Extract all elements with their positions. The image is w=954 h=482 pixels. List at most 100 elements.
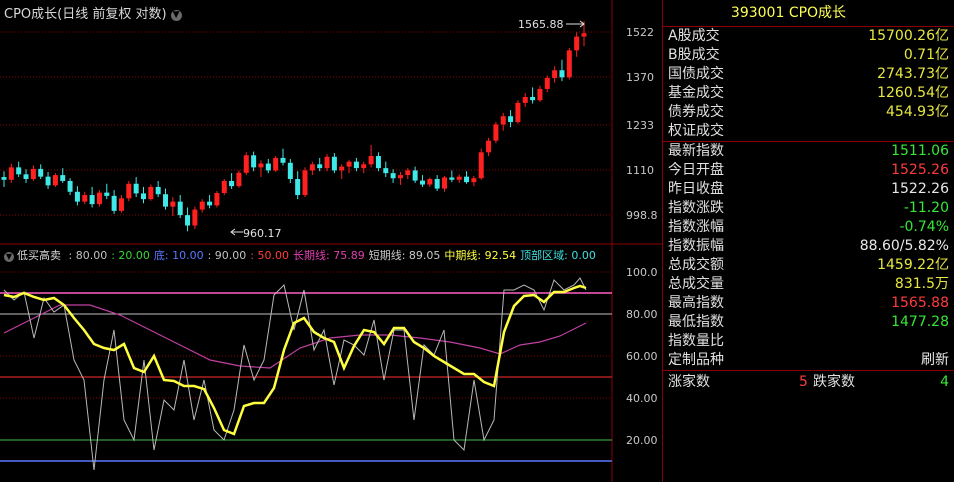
candle-body (214, 193, 220, 206)
candle-body (111, 195, 117, 211)
candle-body (295, 179, 301, 196)
ind-tick-5: 20.00 (626, 434, 658, 447)
candle-body (412, 170, 418, 181)
candle-body (148, 186, 154, 200)
candle-body (192, 209, 198, 226)
low-price-label: 960.17 (243, 227, 282, 240)
chevron-down-icon[interactable]: ▼ (170, 10, 182, 21)
candle-body (383, 168, 389, 174)
candle-body (287, 162, 293, 180)
candle-body (207, 201, 213, 206)
candle-body (449, 177, 455, 180)
stat-label: 总成交额 (668, 257, 724, 273)
chart-title-text: CPO成长(日线 前复权 对数) (4, 7, 167, 22)
high-price-label: 1565.88 (518, 18, 564, 31)
price-tick-2: 1370 (626, 71, 654, 84)
candle-body (559, 70, 565, 78)
quote-panel: 393001 CPO成长 A股成交 15700.26亿 B股成交 0.71亿 国债成交 2… (662, 0, 954, 482)
candle-body (368, 156, 374, 165)
stat-row: 指数涨幅 -0.74% (663, 218, 954, 237)
candle-body (89, 195, 95, 205)
price-tick-5: 998.8 (626, 209, 658, 222)
candle-body (471, 178, 477, 183)
advance-decline-row: 涨家数 5 跌家数 4 (663, 370, 954, 393)
stat-value: -0.74% (899, 219, 949, 235)
stat-row: 指数涨跌 -11.20 (663, 199, 954, 218)
chart-title[interactable]: CPO成长(日线 前复权 对数) ▼ (4, 3, 182, 22)
indicator-name: 低买高卖 (17, 249, 61, 262)
up-count-label: 涨家数 (668, 374, 710, 390)
panel-title: 393001 CPO成长 (663, 0, 954, 27)
indicator-param: : 90.00 (207, 249, 247, 262)
chevron-down-icon[interactable]: ▼ (4, 252, 14, 262)
candle-body (67, 180, 73, 192)
ind-tick-3: 60.00 (626, 350, 658, 363)
candle-body (273, 157, 279, 171)
refresh-button[interactable]: 刷新 (921, 351, 949, 370)
stat-value: 831.5万 (894, 276, 949, 292)
candle-body (236, 172, 242, 187)
stat-label: 定制品种 (668, 352, 724, 368)
chart-area[interactable]: CPO成长(日线 前复权 对数) ▼ 1522 1370 1233 1110 99… (0, 0, 662, 482)
indicator-header[interactable]: ▼ 低买高卖 : 80.00: 20.00 底: 10.00: 90.00: 50.… (4, 247, 604, 263)
stat-label: B股成交 (668, 47, 720, 63)
candle-body (60, 175, 66, 181)
candle-body (30, 168, 36, 180)
candle-body (522, 96, 528, 103)
stat-row: 基金成交 1260.54亿 (663, 84, 954, 103)
stat-row[interactable]: 定制品种 刷新 (663, 351, 954, 370)
candles (1, 21, 587, 232)
candle-body (229, 180, 235, 187)
candle-body (23, 174, 29, 180)
stat-label: 指数涨跌 (668, 200, 724, 216)
stat-row: 权证成交 (663, 122, 954, 141)
candle-body (574, 36, 580, 51)
stat-value: 1511.06 (891, 143, 949, 159)
indicator-param: 中期线: 92.54 (444, 249, 517, 262)
candle-body (170, 201, 176, 207)
mid-term-line (3, 284, 587, 436)
stat-row: 最新指数 1511.06 (663, 142, 954, 161)
candle-body (390, 173, 396, 179)
stat-row: 总成交量 831.5万 (663, 275, 954, 294)
candle-body (1, 177, 7, 180)
stat-label: 基金成交 (668, 85, 724, 101)
candle-body (155, 186, 161, 195)
candle-body (8, 167, 14, 180)
candle-body (515, 102, 521, 123)
stat-value: 0.71亿 (903, 47, 949, 63)
price-tick-3: 1233 (626, 119, 654, 132)
stat-value: 1477.28 (891, 314, 949, 330)
candle-body (251, 155, 257, 168)
stat-row: 指数量比 (663, 332, 954, 351)
indicator-param: : 80.00 (68, 249, 108, 262)
stat-row: 最低指数 1477.28 (663, 313, 954, 332)
stat-row: 今日开盘 1525.26 (663, 161, 954, 180)
stat-value: 88.60/5.82% (859, 238, 949, 254)
stat-row: A股成交 15700.26亿 (663, 27, 954, 46)
stat-label: 指数振幅 (668, 238, 724, 254)
candle-body (302, 170, 308, 196)
candle-body (508, 116, 514, 123)
indicator-param: 顶部区域: 0.00 (520, 249, 596, 262)
stat-row: 指数振幅 88.60/5.82% (663, 237, 954, 256)
candle-body (405, 170, 411, 176)
candle-body (537, 88, 543, 101)
indicator-param: 底: 10.00 (153, 249, 204, 262)
stat-label: 最低指数 (668, 314, 724, 330)
stat-row: B股成交 0.71亿 (663, 46, 954, 65)
index-stats-list: 最新指数 1511.06 今日开盘 1525.26 昨日收盘 1522.26 指数涨跌 -11… (663, 142, 954, 370)
candle-body (324, 156, 330, 169)
indicator-param: 长期线: 75.89 (293, 249, 365, 262)
candle-body (265, 163, 271, 171)
candle-body (126, 183, 132, 199)
chart-canvas[interactable] (0, 0, 662, 482)
stat-row: 债券成交 454.93亿 (663, 103, 954, 122)
candle-body (530, 96, 536, 101)
stat-value: 1459.22亿 (877, 257, 949, 273)
candle-body (104, 192, 110, 196)
candle-body (442, 177, 448, 189)
stat-label: 总成交量 (668, 276, 724, 292)
indicator-param: : 20.00 (111, 249, 150, 262)
stat-value: 1525.26 (891, 162, 949, 178)
